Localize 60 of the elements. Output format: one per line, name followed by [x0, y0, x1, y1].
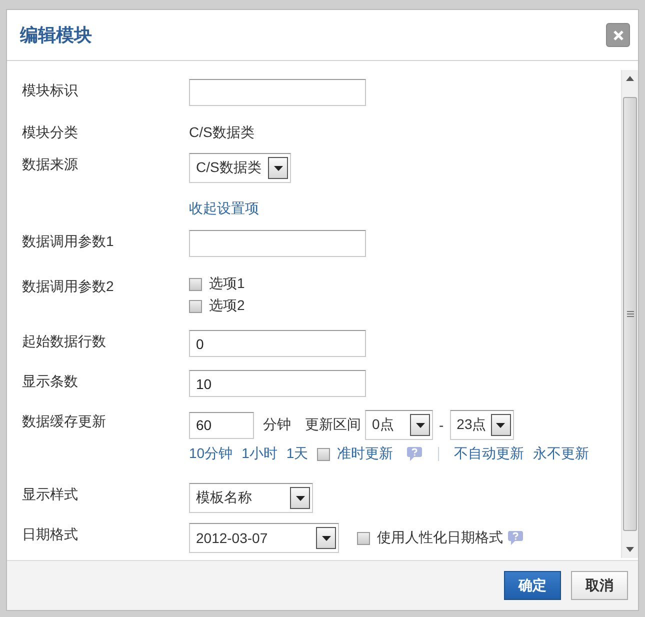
field-label: 模块分类: [22, 123, 79, 142]
field-label: 数据来源: [22, 155, 79, 174]
help-icon[interactable]: [507, 530, 524, 546]
range-separator: -: [439, 417, 444, 433]
option-label: 使用人性化日期格式: [377, 529, 503, 547]
collapse-link[interactable]: 收起设置项: [189, 200, 259, 216]
input-field[interactable]: [189, 230, 366, 257]
field-label: 显示样式: [22, 485, 79, 504]
checkbox[interactable]: [189, 300, 202, 312]
close-icon: [612, 30, 624, 40]
preset-link[interactable]: 1小时: [242, 445, 278, 463]
grip-icon: [626, 311, 634, 317]
unit-label: 分钟: [263, 416, 291, 434]
scroll-thumb[interactable]: [623, 97, 637, 531]
field-label: 数据缓存更新: [22, 412, 107, 431]
caret-icon: [496, 422, 506, 428]
input-field[interactable]: 10: [189, 370, 366, 397]
option-label: 选项2: [209, 297, 245, 315]
checkbox[interactable]: [189, 278, 202, 290]
input-field[interactable]: 0: [189, 330, 366, 357]
option-label: 选项1: [209, 275, 245, 293]
scroll-up-icon[interactable]: [626, 76, 634, 81]
dropdown[interactable]: C/S数据类: [189, 153, 291, 183]
dropdown-button[interactable]: [290, 487, 310, 509]
field-value: C/S数据类: [189, 123, 254, 142]
scrollbar[interactable]: [621, 70, 638, 558]
caret-icon: [296, 496, 304, 500]
field-label: 起始数据行数: [22, 332, 107, 351]
input-field[interactable]: 60: [189, 412, 254, 438]
checkbox[interactable]: [317, 448, 330, 460]
confirm-button[interactable]: 确定: [504, 571, 561, 600]
dropdown-button[interactable]: [490, 414, 511, 436]
field-label: 数据调用参数2: [22, 277, 115, 296]
update-link[interactable]: 不自动更新: [454, 445, 524, 463]
preset-link[interactable]: 1天: [286, 445, 308, 463]
dropdown-button[interactable]: [316, 527, 336, 549]
caret-icon: [416, 422, 424, 428]
dropdown[interactable]: 模板名称: [189, 483, 313, 513]
field-label: 模块标识: [22, 81, 79, 100]
caret-icon: [274, 166, 282, 170]
help-icon[interactable]: [406, 446, 424, 462]
option-label: 准时更新: [337, 445, 394, 463]
input-field[interactable]: [189, 79, 366, 106]
preset-link[interactable]: 10分钟: [189, 445, 233, 463]
dropdown[interactable]: 23点: [450, 410, 514, 440]
caret-icon: [322, 536, 330, 540]
dialog-title: 编辑模块: [20, 24, 92, 47]
dropdown-button[interactable]: [410, 414, 430, 436]
checkbox[interactable]: [357, 532, 370, 544]
field-label: 日期格式: [22, 525, 79, 544]
update-link[interactable]: 永不更新: [533, 445, 590, 463]
scroll-down-icon[interactable]: [626, 547, 634, 552]
dropdown[interactable]: 0点: [365, 410, 433, 440]
close-button[interactable]: [606, 23, 630, 47]
dropdown-button[interactable]: [268, 157, 288, 179]
cancel-button[interactable]: 取消: [571, 571, 628, 600]
field-label: 显示条数: [22, 372, 79, 391]
dropdown[interactable]: 2012-03-07: [189, 523, 339, 553]
field-label: 数据调用参数1: [22, 232, 115, 251]
range-label: 更新区间: [305, 416, 361, 434]
